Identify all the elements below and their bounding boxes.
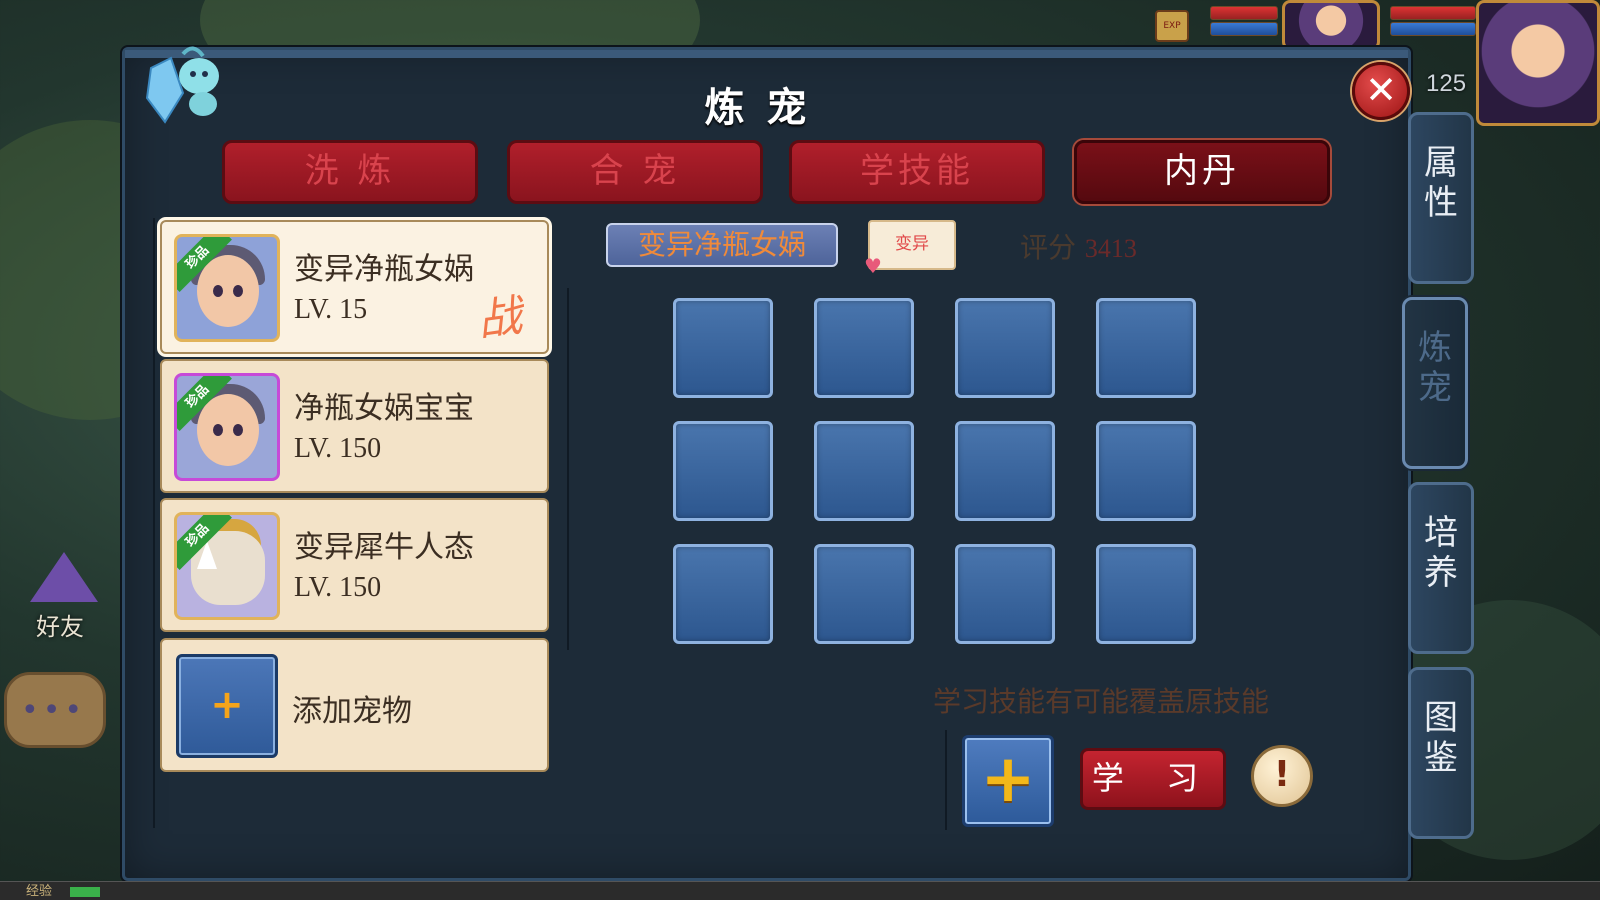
skill-slot[interactable] bbox=[955, 298, 1055, 398]
player-mp-bar bbox=[1390, 22, 1476, 36]
selected-pet-name: 变异净瓶女娲 bbox=[606, 223, 838, 267]
skill-slot[interactable] bbox=[955, 544, 1055, 644]
skill-slot[interactable] bbox=[814, 421, 914, 521]
pet-card[interactable]: 珍品 净瓶女娲宝宝 LV. 150 bbox=[160, 359, 549, 493]
skill-slot[interactable] bbox=[1096, 421, 1196, 521]
learn-button[interactable]: 学 习 bbox=[1080, 748, 1226, 810]
player-level: 125 bbox=[1426, 70, 1467, 97]
friends-button[interactable]: 好友 bbox=[18, 552, 108, 642]
tab-learn-skill[interactable]: 学技能 bbox=[789, 140, 1045, 204]
wizard-hat-icon bbox=[30, 552, 98, 602]
action-divider bbox=[945, 730, 947, 830]
side-tab-refine-pet[interactable]: 炼 宠 bbox=[1402, 297, 1468, 469]
side-tab-label: 炼 宠 bbox=[1418, 328, 1452, 408]
exp-label: 经验 bbox=[26, 884, 53, 899]
pet-avatar: 珍品 bbox=[174, 373, 280, 481]
pet-hp-bar bbox=[1210, 6, 1278, 20]
battle-status-mark: 战 bbox=[474, 290, 525, 347]
skill-slot[interactable] bbox=[1096, 544, 1196, 644]
avatar-eye bbox=[213, 424, 223, 436]
pet-level: LV. 150 bbox=[294, 433, 382, 464]
add-pet-slot[interactable]: + bbox=[176, 654, 278, 758]
add-skill-book-button[interactable]: + bbox=[962, 735, 1054, 827]
skill-overwrite-hint: 学习技能有可能覆盖原技能 bbox=[933, 685, 1270, 718]
skill-slot[interactable] bbox=[673, 298, 773, 398]
exp-bar: 经验 bbox=[0, 881, 1600, 900]
content-divider bbox=[567, 288, 569, 650]
tab-inner-core[interactable]: 内丹 bbox=[1074, 140, 1330, 204]
friends-label: 好友 bbox=[36, 613, 84, 641]
score-label: 评分 bbox=[1020, 231, 1077, 264]
panel-title: 炼宠 bbox=[704, 85, 829, 131]
pet-avatar: 珍品 bbox=[174, 512, 280, 620]
skill-slot[interactable] bbox=[1096, 298, 1196, 398]
avatar-eye bbox=[213, 285, 223, 297]
pet-level: LV. 15 bbox=[294, 294, 368, 325]
pet-mp-bar bbox=[1210, 22, 1278, 36]
plus-icon: + bbox=[210, 682, 244, 728]
add-pet-card[interactable]: + 添加宠物 bbox=[160, 638, 549, 772]
avatar-face bbox=[197, 255, 259, 327]
score-value: 3413 bbox=[1084, 234, 1137, 263]
skill-slot[interactable] bbox=[814, 298, 914, 398]
skill-slot[interactable] bbox=[814, 544, 914, 644]
side-tab-codex[interactable]: 图 鉴 bbox=[1408, 667, 1474, 839]
skill-slot[interactable] bbox=[955, 421, 1055, 521]
tab-refine[interactable]: 洗 炼 bbox=[222, 140, 478, 204]
chat-button[interactable]: ••• bbox=[4, 672, 106, 748]
side-tab-train[interactable]: 培 养 bbox=[1408, 482, 1474, 654]
pet-score: 评分 3413 bbox=[1020, 226, 1137, 266]
pet-card[interactable]: 珍品 变异犀牛人态 LV. 150 bbox=[160, 498, 549, 632]
pet-portrait[interactable] bbox=[1282, 0, 1380, 50]
side-tab-label: 图 鉴 bbox=[1424, 698, 1458, 778]
side-tab-label: 培 养 bbox=[1424, 513, 1458, 593]
pet-name: 变异净瓶女娲 bbox=[294, 252, 474, 287]
info-button[interactable]: ! bbox=[1251, 745, 1313, 807]
exp-boost-icon[interactable]: EXP bbox=[1155, 10, 1189, 42]
variant-tag: ♥ 变异 bbox=[864, 220, 956, 278]
chat-dots-icon: ••• bbox=[21, 693, 87, 728]
player-portrait[interactable] bbox=[1476, 0, 1600, 126]
side-tab-attributes[interactable]: 属 性 bbox=[1408, 112, 1474, 284]
pet-level: LV. 150 bbox=[294, 572, 382, 603]
variant-label: 变异 bbox=[895, 234, 929, 254]
heart-icon: ♥ bbox=[864, 254, 882, 278]
panel-top-border bbox=[125, 50, 1408, 58]
pet-refine-panel: 炼宠 ✕ 洗 炼 合 宠 学技能 内丹 珍品 变异净瓶女娲 LV. 15 战 珍… bbox=[122, 46, 1411, 881]
close-button[interactable]: ✕ bbox=[1352, 62, 1410, 120]
player-hp-bar bbox=[1390, 6, 1476, 20]
avatar-face bbox=[197, 394, 259, 466]
avatar-eye bbox=[233, 424, 243, 436]
avatar-eye bbox=[233, 285, 243, 297]
tab-merge[interactable]: 合 宠 bbox=[507, 140, 763, 204]
pet-name: 变异犀牛人态 bbox=[294, 530, 474, 565]
exp-fill bbox=[70, 887, 100, 897]
pet-name: 净瓶女娲宝宝 bbox=[294, 391, 474, 426]
side-tab-label: 属 性 bbox=[1424, 143, 1458, 223]
pet-card[interactable]: 珍品 变异净瓶女娲 LV. 15 战 bbox=[160, 220, 549, 354]
skill-slot[interactable] bbox=[673, 544, 773, 644]
list-divider bbox=[153, 218, 155, 828]
add-pet-label: 添加宠物 bbox=[292, 694, 412, 729]
pet-avatar: 珍品 bbox=[174, 234, 280, 342]
skill-slot[interactable] bbox=[673, 421, 773, 521]
